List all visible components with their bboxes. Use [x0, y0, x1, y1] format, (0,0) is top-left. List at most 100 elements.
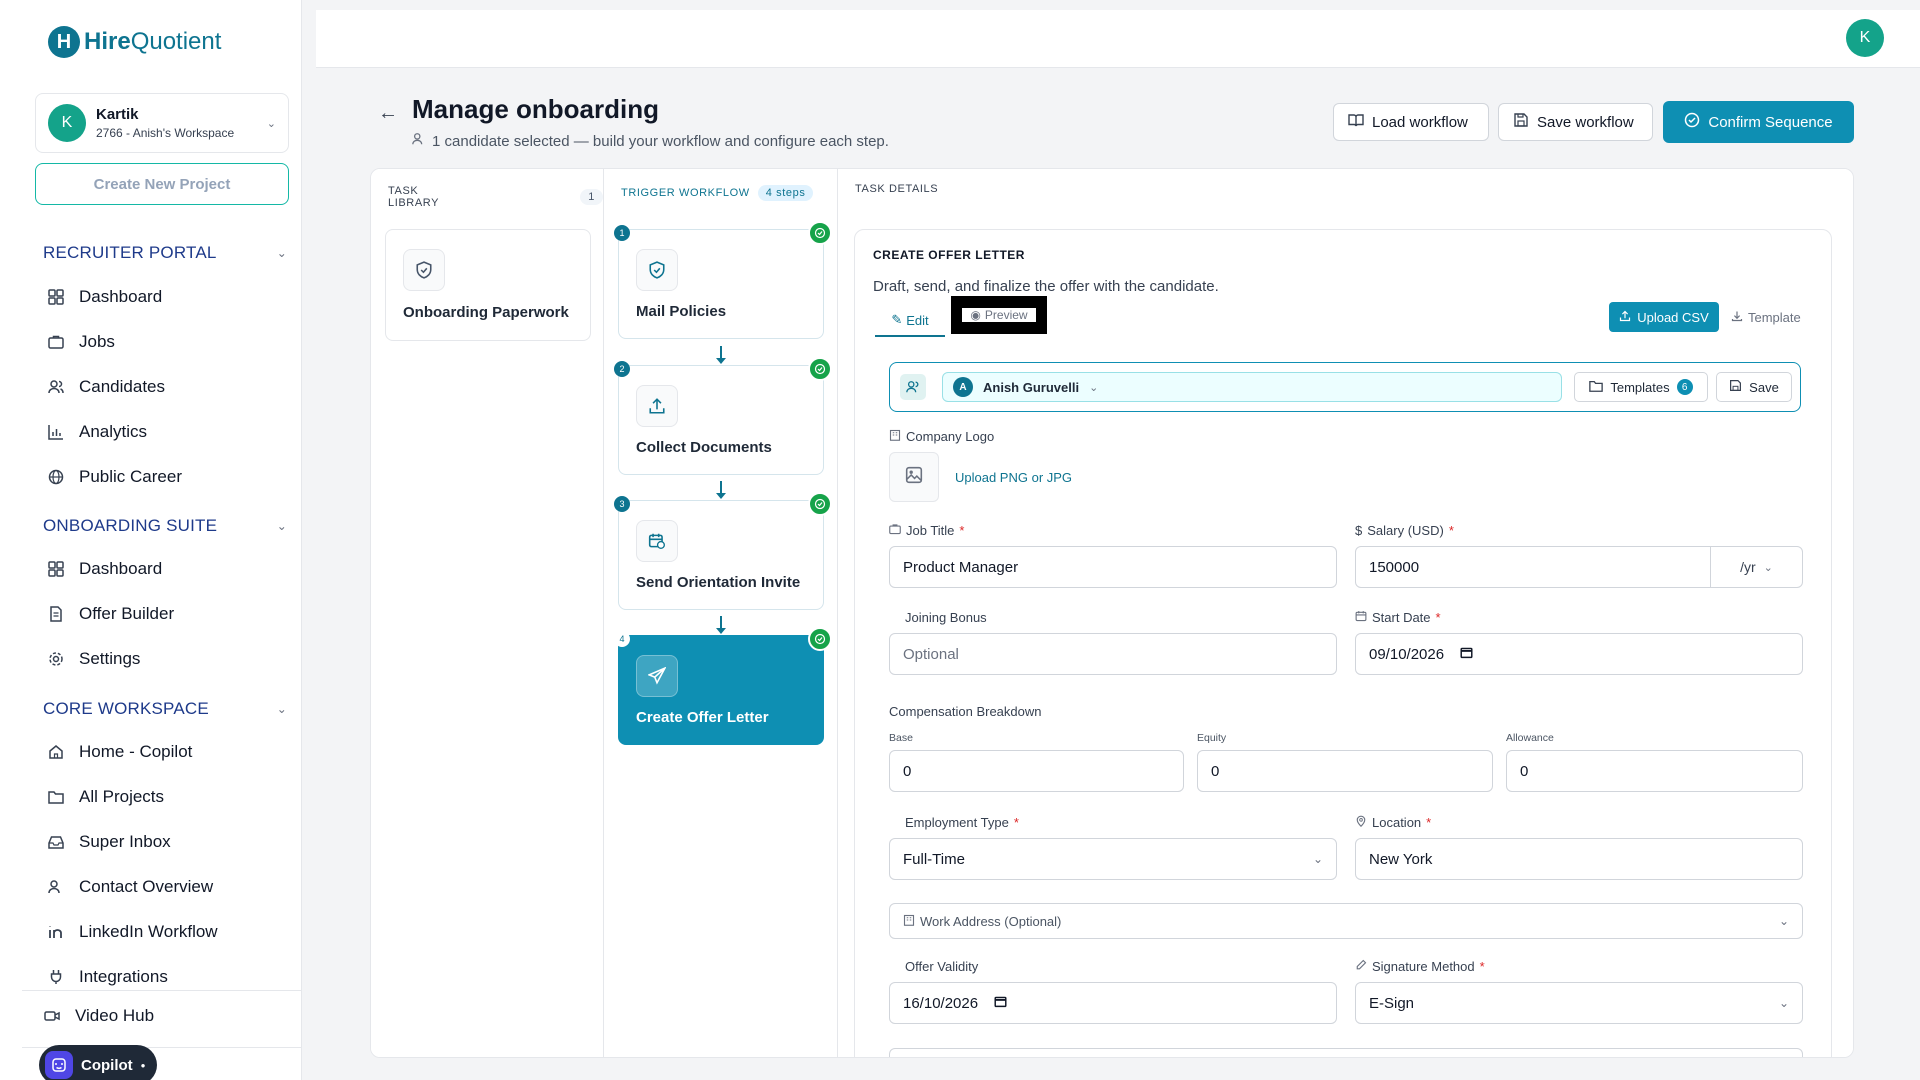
templates-label: Templates — [1610, 379, 1670, 395]
templates-button[interactable]: Templates 6 — [1574, 372, 1708, 402]
task-library-header: TASK LIBRARY 1 — [388, 185, 603, 209]
save-button[interactable]: Save — [1716, 372, 1792, 402]
calendar-icon[interactable] — [1460, 646, 1473, 663]
task-library-column: TASK LIBRARY 1 Onboarding Paperwork — [371, 169, 604, 1057]
template-download-link[interactable]: Template — [1731, 302, 1801, 332]
sidebar-item-super-inbox[interactable]: Super Inbox — [47, 832, 171, 852]
logo-upload-box[interactable] — [889, 452, 939, 502]
next-field-partial[interactable] — [889, 1048, 1803, 1057]
joining-bonus-field[interactable]: Optional — [889, 633, 1337, 675]
trigger-workflow-title: TRIGGER WORKFLOW — [621, 187, 750, 199]
workflow-step-card[interactable]: 2 Collect Documents — [614, 357, 832, 475]
workflow-step-card[interactable]: 1 Mail Policies — [614, 221, 832, 339]
tab-edit[interactable]: ✎ Edit — [875, 305, 945, 337]
save-icon — [1513, 112, 1529, 132]
copilot-button[interactable]: Copilot ● — [39, 1045, 157, 1080]
back-arrow-icon[interactable]: ← — [378, 102, 398, 125]
chevron-down-icon: ⌄ — [1312, 852, 1323, 866]
workspace-switcher[interactable]: K Kartik 2766 - Anish's Workspace ⌄ — [35, 93, 289, 153]
start-date-field[interactable]: 09/10/2026 — [1355, 633, 1803, 675]
profile-avatar[interactable]: K — [1846, 19, 1884, 57]
job-title-field[interactable]: Product Manager — [889, 546, 1337, 588]
signature-method-select[interactable]: E-Sign ⌄ — [1355, 982, 1803, 1024]
salary-period-select[interactable]: /yr ⌄ — [1710, 547, 1802, 587]
step-connector — [716, 616, 726, 634]
upload-icon — [636, 385, 678, 427]
sidebar: H HireQuotient K Kartik 2766 - Anish's W… — [0, 0, 302, 1080]
sidebar-item-onboarding-dashboard[interactable]: Dashboard — [47, 559, 162, 579]
required-mark: * — [1479, 959, 1485, 974]
sidebar-item-dashboard[interactable]: Dashboard — [47, 287, 162, 307]
sidebar-item-candidates[interactable]: Candidates — [47, 377, 165, 397]
employment-type-select[interactable]: Full-Time ⌄ — [889, 838, 1337, 880]
allowance-field[interactable]: 0 — [1506, 750, 1803, 792]
confirm-sequence-button[interactable]: Confirm Sequence — [1663, 101, 1854, 143]
section-title: CORE WORKSPACE — [43, 699, 209, 718]
sidebar-item-contact-overview[interactable]: Contact Overview — [47, 877, 213, 897]
dot-icon: ● — [140, 1060, 146, 1070]
section-core-workspace[interactable]: CORE WORKSPACE ⌄ — [43, 699, 287, 719]
job-title-label: Job Title * — [889, 523, 964, 538]
grid-icon — [47, 560, 65, 578]
sidebar-item-label: Video Hub — [75, 1006, 155, 1025]
equity-label: Equity — [1197, 732, 1227, 744]
location-label: Location * — [1355, 815, 1431, 830]
company-logo-text: Company Logo — [906, 429, 995, 444]
sidebar-item-integrations[interactable]: Integrations — [47, 967, 168, 987]
tab-preview[interactable]: ◉ Preview — [951, 296, 1047, 334]
check-circle-icon — [1684, 112, 1700, 132]
step-number: 3 — [614, 496, 630, 512]
sidebar-item-home-copilot[interactable]: Home - Copilot — [47, 742, 192, 762]
load-workflow-button[interactable]: Load workflow — [1333, 103, 1489, 141]
save-workflow-button[interactable]: Save workflow — [1498, 103, 1653, 141]
sidebar-item-jobs[interactable]: Jobs — [47, 332, 115, 352]
workflow-step-card-active[interactable]: 4 Create Offer Letter — [614, 627, 832, 745]
create-project-button[interactable]: Create New Project — [35, 163, 289, 205]
subtitle-text: 1 candidate selected — build your workfl… — [432, 132, 889, 150]
work-address-label: Work Address (Optional) — [920, 913, 1062, 929]
calendar-icon[interactable] — [994, 995, 1007, 1012]
sidebar-item-offer-builder[interactable]: Offer Builder — [47, 604, 174, 624]
recipient-bar: A Anish Guruvelli ⌄ Templates 6 Save — [889, 362, 1801, 412]
user-name: Kartik — [96, 106, 139, 123]
logo-bold: Hire — [84, 28, 131, 55]
sidebar-item-public-career[interactable]: Public Career — [47, 467, 182, 487]
step-number: 4 — [614, 631, 630, 647]
section-onboarding-suite[interactable]: ONBOARDING SUITE ⌄ — [43, 516, 287, 536]
sidebar-item-label: Analytics — [79, 422, 148, 441]
comp-breakdown-label: Compensation Breakdown — [889, 704, 1042, 719]
templates-count: 6 — [1676, 379, 1693, 395]
offer-validity-field[interactable]: 16/10/2026 — [889, 982, 1337, 1024]
workflow-step-card[interactable]: 3 Send Orientation Invite — [614, 492, 832, 610]
sidebar-item-analytics[interactable]: Analytics — [47, 422, 147, 442]
workspace-name: 2766 - Anish's Workspace — [96, 126, 235, 140]
upload-logo-link[interactable]: Upload PNG or JPG — [955, 470, 1072, 485]
offer-validity-value: 16/10/2026 — [903, 994, 979, 1012]
hirequotient-logo[interactable]: H HireQuotient — [48, 26, 221, 58]
building-icon — [903, 914, 915, 929]
library-task-card[interactable]: Onboarding Paperwork — [385, 229, 591, 341]
sidebar-item-linkedin-workflow[interactable]: LinkedIn Workflow — [47, 922, 218, 942]
sidebar-item-settings[interactable]: Settings — [47, 649, 140, 669]
sidebar-item-label: LinkedIn Workflow — [79, 922, 218, 941]
work-address-toggle[interactable]: Work Address (Optional) ⌄ — [889, 903, 1803, 939]
chevron-down-icon: ⌄ — [1089, 381, 1099, 394]
chevron-down-icon: ⌄ — [276, 702, 287, 716]
salary-field[interactable]: 150000 /yr ⌄ — [1355, 546, 1803, 588]
step-number: 1 — [614, 225, 630, 241]
start-date-value: 09/10/2026 — [1369, 645, 1445, 663]
sidebar-item-video-hub[interactable]: Video Hub — [43, 1006, 155, 1026]
employment-type-value: Full-Time — [903, 850, 965, 868]
logo-light: Quotient — [130, 28, 222, 55]
upload-csv-button[interactable]: Upload CSV — [1609, 302, 1719, 332]
page-title: Manage onboarding — [412, 94, 659, 124]
base-field[interactable]: 0 — [889, 750, 1184, 792]
location-field[interactable]: New York — [1355, 838, 1803, 880]
equity-field[interactable]: 0 — [1197, 750, 1493, 792]
pencil-icon: ✎ — [891, 312, 903, 327]
section-recruiter-portal[interactable]: RECRUITER PORTAL ⌄ — [43, 243, 287, 263]
sidebar-item-all-projects[interactable]: All Projects — [47, 787, 164, 807]
upload-icon — [1619, 310, 1631, 325]
candidate-select[interactable]: A Anish Guruvelli ⌄ — [942, 372, 1562, 402]
section-title: RECRUITER PORTAL — [43, 243, 217, 262]
